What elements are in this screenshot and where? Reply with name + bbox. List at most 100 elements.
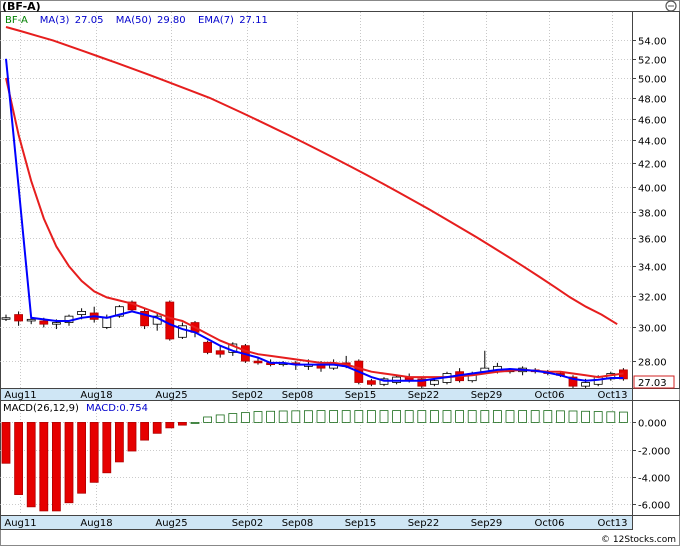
macd-bar	[366, 410, 376, 423]
date-tick-label: Sep15	[345, 518, 377, 529]
chart-canvas: 54.00 52.00 50.00 48.00 46.00 44.00 42.00 40.00…	[0, 0, 680, 546]
zoom-icon[interactable]	[665, 0, 677, 12]
price-tick-label: 52.00	[638, 56, 667, 67]
macd-tick-label: -6.000	[638, 501, 670, 512]
macd-bar	[165, 422, 175, 429]
macd-bar	[89, 422, 99, 483]
macd-bar	[518, 410, 527, 423]
macd-bar	[619, 411, 628, 423]
date-tick-label: Oct13	[597, 518, 627, 529]
macd-bar	[52, 422, 61, 512]
macd-legend-value: MACD:0.754	[86, 403, 148, 414]
macd-bar	[354, 410, 364, 423]
price-tick-label: 54.00	[638, 37, 667, 48]
candle	[203, 340, 213, 355]
macd-bar	[14, 422, 24, 495]
macd-bar	[467, 410, 477, 423]
legend-label: MA(3)	[40, 15, 70, 26]
macd-bar	[190, 422, 200, 424]
price-tick-label: 44.00	[638, 137, 667, 148]
macd-bar	[291, 410, 301, 423]
legend-label: MA(50)	[116, 15, 152, 26]
macd-bar	[77, 422, 86, 494]
candle	[417, 377, 427, 388]
macd-tick-label: -2.000	[638, 447, 670, 458]
legend-label: BF-A	[5, 15, 28, 26]
price-tick-label: 36.00	[638, 235, 667, 246]
ticker-title: (BF-A)	[2, 0, 41, 13]
macd-bar	[417, 410, 427, 423]
macd-bar	[530, 410, 540, 423]
price-tick-label: 42.00	[638, 160, 667, 171]
date-tick-label: Sep02	[232, 390, 264, 401]
macd-bar	[556, 410, 565, 423]
price-tick-label: 34.00	[638, 263, 667, 274]
macd-bar	[303, 410, 313, 423]
date-tick-label: Aug18	[80, 390, 112, 401]
macd-bar	[240, 412, 250, 423]
date-tick-label: Sep15	[345, 390, 377, 401]
macd-bar	[429, 410, 439, 423]
date-axis-top: Aug11 Aug18 Aug25 Sep02 Sep08 Sep15 Sep22 Sep29…	[0, 388, 633, 401]
macd-tick-label: -4.000	[638, 474, 670, 485]
date-tick-label: Aug18	[80, 518, 112, 529]
macd-bar	[115, 422, 124, 463]
date-tick-label: Oct06	[534, 518, 564, 529]
date-tick-label: Sep29	[471, 390, 503, 401]
macd-bar	[39, 422, 49, 512]
macd-bar	[316, 410, 326, 423]
macd-bar	[606, 411, 616, 423]
price-tick-label: 48.00	[638, 95, 667, 106]
macd-bar	[253, 411, 263, 423]
macd-bar	[140, 422, 150, 441]
macd-bar	[1, 422, 11, 464]
price-tick-label: 46.00	[638, 116, 667, 127]
price-tick-label: 38.00	[638, 209, 667, 220]
date-tick-label: Sep08	[282, 390, 314, 401]
macd-bar	[278, 410, 288, 423]
macd-bar	[505, 410, 515, 423]
date-tick-label: Aug25	[155, 390, 187, 401]
date-tick-label: Aug11	[4, 390, 36, 401]
legend-value: 27.11	[239, 15, 268, 26]
macd-bar	[492, 410, 502, 423]
macd-bar	[152, 422, 162, 434]
price-tick-label: 50.00	[638, 75, 667, 86]
macd-bar	[379, 410, 389, 423]
macd-bar	[329, 410, 339, 423]
macd-bar	[392, 410, 402, 423]
macd-bar	[228, 413, 238, 423]
last-price-value: 27.03	[638, 378, 667, 389]
legend-label: EMA(7)	[198, 15, 234, 26]
macd-bar	[455, 410, 465, 423]
macd-bar	[203, 416, 213, 423]
macd-bar	[102, 422, 112, 474]
macd-bar	[266, 410, 276, 423]
price-tick-label: 40.00	[638, 184, 667, 195]
date-tick-label: Sep29	[471, 518, 503, 529]
date-tick-label: Aug25	[155, 518, 187, 529]
date-tick-label: Aug11	[4, 518, 36, 529]
indicator-legend: BF-A MA(3) 27.05 MA(50) 29.80 EMA(7) 27.11	[5, 15, 268, 26]
stock-chart-page: 54.00 52.00 50.00 48.00 46.00 44.00 42.00 40.00…	[0, 0, 680, 546]
price-tick-label: 28.00	[638, 358, 667, 369]
date-axis-bottom: Aug11 Aug18 Aug25 Sep02 Sep08 Sep15 Sep22 Sep29…	[0, 515, 633, 530]
date-tick-label: Sep22	[408, 518, 440, 529]
macd-tick-label: 0.000	[638, 419, 667, 430]
macd-bar	[593, 411, 603, 423]
macd-bar	[581, 410, 590, 423]
macd-bar	[543, 410, 553, 423]
macd-bar	[177, 422, 187, 426]
candle	[165, 300, 175, 341]
macd-bar	[215, 414, 225, 423]
macd-bar	[341, 410, 351, 423]
date-tick-label: Sep08	[282, 518, 314, 529]
legend-value: 29.80	[157, 15, 186, 26]
watermark: © 12Stocks.com	[601, 535, 676, 545]
price-tick-label: 30.00	[638, 324, 667, 335]
date-tick-label: Sep22	[408, 390, 440, 401]
macd-bar	[442, 410, 452, 423]
macd-bar	[480, 410, 490, 423]
date-tick-label: Sep02	[232, 518, 264, 529]
macd-bar	[404, 410, 414, 423]
